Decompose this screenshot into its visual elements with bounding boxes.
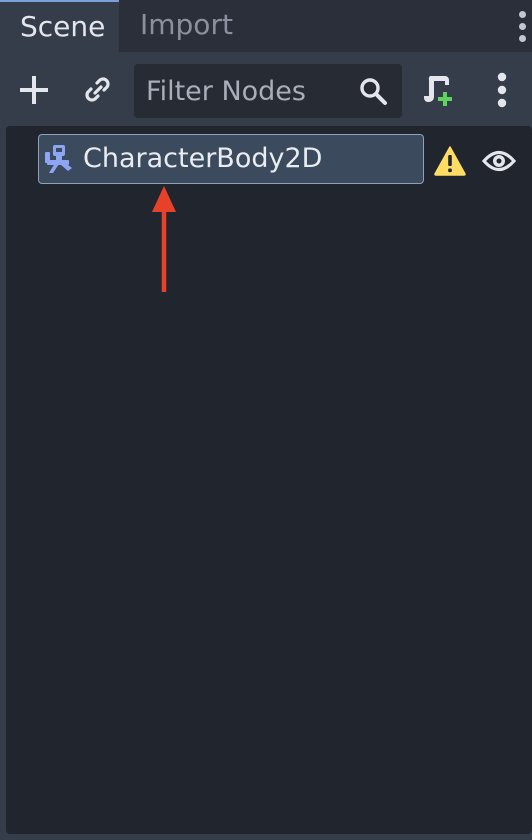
instantiate-scene-button[interactable] — [74, 66, 122, 114]
attach-script-button[interactable] — [414, 66, 462, 114]
visibility-eye-icon[interactable] — [482, 146, 516, 176]
scene-dock: Scene Import Filter Nodes CharacterBody2… — [0, 0, 532, 840]
dock-tab-bar: Scene Import — [0, 0, 532, 52]
vertical-dots-icon — [497, 72, 507, 108]
tab-import[interactable]: Import — [120, 0, 260, 52]
scene-tree[interactable]: CharacterBody2D — [6, 126, 532, 834]
node-label: CharacterBody2D — [83, 143, 323, 174]
plus-icon — [20, 76, 48, 104]
red-arrow-annotation — [152, 186, 176, 292]
dock-menu-button[interactable] — [512, 0, 532, 52]
link-icon — [85, 77, 110, 102]
scene-options-button[interactable] — [478, 66, 526, 114]
character-body-2d-icon — [45, 145, 72, 173]
dot — [518, 10, 526, 18]
dot — [518, 22, 526, 30]
warning-icon[interactable] — [434, 146, 466, 176]
attach-script-icon — [424, 76, 452, 106]
tab-scene[interactable]: Scene — [0, 0, 119, 52]
filter-nodes-input[interactable] — [134, 64, 354, 118]
dot — [518, 34, 526, 42]
scene-toolbar — [0, 52, 532, 124]
add-node-button[interactable] — [10, 66, 58, 114]
search-icon — [360, 78, 387, 105]
tree-node-characterbody2d[interactable]: CharacterBody2D — [38, 134, 424, 184]
filter-nodes-field[interactable] — [134, 64, 402, 118]
